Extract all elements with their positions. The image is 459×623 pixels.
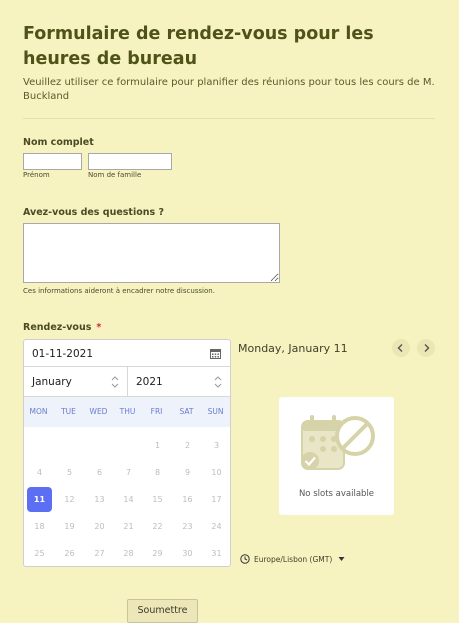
day-cell[interactable]: 23 xyxy=(175,514,200,539)
day-cell[interactable]: 24 xyxy=(204,514,229,539)
first-name-sublabel: Prénom xyxy=(23,171,50,179)
slots-panel: No slots available xyxy=(279,397,394,515)
next-day-button[interactable] xyxy=(417,339,435,357)
day-cell[interactable]: 29 xyxy=(145,541,170,566)
date-picker: 01-11-2021 January 2021 MON TUE WED THU … xyxy=(23,339,231,567)
clock-icon xyxy=(240,554,250,564)
day-cell[interactable]: 6 xyxy=(87,460,112,485)
day-cell[interactable]: 28 xyxy=(116,541,141,566)
weekday-tue: TUE xyxy=(61,407,76,416)
timezone-selector[interactable]: Europe/Lisbon (GMT) xyxy=(240,554,345,564)
weekday-mon: MON xyxy=(29,407,48,416)
day-cell[interactable]: 26 xyxy=(57,541,82,566)
weekday-sun: SUN xyxy=(207,407,224,416)
day-cell[interactable]: 2 xyxy=(175,433,200,458)
weekday-header: MON TUE WED THU FRI SAT SUN xyxy=(24,397,230,427)
form-title: Formulaire de rendez-vous pour les heure… xyxy=(23,24,374,69)
submit-button[interactable]: Soumettre xyxy=(127,599,198,623)
full-name-label: Nom complet xyxy=(23,137,94,148)
required-asterisk: * xyxy=(96,322,102,333)
caret-down-icon xyxy=(338,557,345,561)
date-value: 01-11-2021 xyxy=(32,348,94,360)
no-slots-calendar-icon xyxy=(301,415,375,470)
month-year-row: January 2021 xyxy=(24,367,230,397)
no-slots-text: No slots available xyxy=(298,489,375,499)
month-spinner-icon xyxy=(111,376,119,388)
day-cell[interactable]: 10 xyxy=(204,460,229,485)
day-cell[interactable]: 1 xyxy=(145,433,170,458)
chevron-right-icon xyxy=(424,344,430,352)
questions-textarea[interactable] xyxy=(23,223,280,283)
first-name-input[interactable] xyxy=(23,153,82,170)
day-cell[interactable]: 20 xyxy=(87,514,112,539)
day-cell[interactable]: 5 xyxy=(57,460,82,485)
appointment-label-text: Rendez-vous xyxy=(23,322,92,333)
timezone-label: Europe/Lisbon (GMT) xyxy=(254,555,333,564)
weekday-sat: SAT xyxy=(179,407,194,416)
last-name-sublabel: Nom de famille xyxy=(88,171,142,179)
day-cell[interactable]: 16 xyxy=(175,487,200,512)
weekday-wed: WED xyxy=(89,407,108,416)
day-cell[interactable]: 8 xyxy=(145,460,170,485)
day-cell[interactable]: 17 xyxy=(204,487,229,512)
last-name-input[interactable] xyxy=(88,153,172,170)
day-cell[interactable]: 3 xyxy=(204,433,229,458)
year-spinner-icon xyxy=(214,376,222,388)
day-cell[interactable]: 25 xyxy=(27,541,52,566)
day-cell[interactable]: 4 xyxy=(27,460,52,485)
prev-day-button[interactable] xyxy=(392,339,410,357)
questions-label: Avez-vous des questions ? xyxy=(23,207,164,218)
selected-day-title: Monday, January 11 xyxy=(238,342,348,355)
chevron-left-icon xyxy=(397,344,403,352)
day-cell[interactable]: 14 xyxy=(116,487,141,512)
day-cell[interactable]: 15 xyxy=(145,487,170,512)
day-cell[interactable]: 19 xyxy=(57,514,82,539)
day-cell[interactable]: 11 xyxy=(27,487,52,512)
year-select[interactable]: 2021 xyxy=(128,367,230,397)
year-value: 2021 xyxy=(136,376,163,388)
day-cell[interactable]: 22 xyxy=(145,514,170,539)
appointment-label: Rendez-vous * xyxy=(23,322,101,333)
day-cell[interactable]: 31 xyxy=(204,541,229,566)
day-cell[interactable]: 12 xyxy=(57,487,82,512)
calendar-icon[interactable] xyxy=(210,348,221,359)
day-cell[interactable]: 9 xyxy=(175,460,200,485)
day-cell[interactable]: 30 xyxy=(175,541,200,566)
weekday-thu: THU xyxy=(119,407,136,416)
day-cell[interactable]: 18 xyxy=(27,514,52,539)
form-subtitle: Veuillez utiliser ce formulaire pour pla… xyxy=(23,77,435,102)
day-cell[interactable]: 7 xyxy=(116,460,141,485)
day-cell[interactable]: 27 xyxy=(87,541,112,566)
month-value: January xyxy=(32,376,72,388)
day-cell[interactable]: 13 xyxy=(87,487,112,512)
day-cell[interactable]: 21 xyxy=(116,514,141,539)
header-divider xyxy=(23,118,435,119)
questions-hint: Ces informations aideront à encadrer not… xyxy=(23,287,215,295)
weekday-fri: FRI xyxy=(150,407,163,416)
month-select[interactable]: January xyxy=(24,367,128,397)
date-input[interactable]: 01-11-2021 xyxy=(24,340,230,367)
